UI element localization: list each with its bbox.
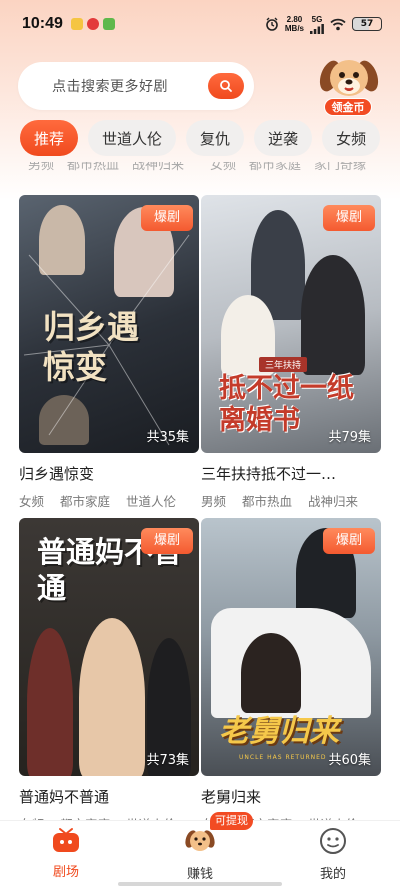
poster-title: 归乡遇惊变 — [43, 308, 140, 386]
network-speed-unit: MB/s — [284, 24, 304, 33]
hot-badge: 爆剧 — [323, 205, 375, 231]
signal-5g: 5G — [310, 15, 324, 34]
drama-poster[interactable]: 归乡遇惊变 爆剧 共35集 — [19, 195, 199, 453]
episode-count: 共73集 — [146, 753, 189, 768]
netease-music-icon — [86, 18, 99, 30]
drama-tag: 女频 — [19, 494, 45, 509]
poster-subtitle: 三年扶持 — [259, 357, 308, 372]
tab-recommend[interactable]: 推荐 — [20, 120, 79, 156]
drama-poster[interactable]: 普通妈不普通 爆剧 共73集 — [19, 518, 199, 776]
drama-tag: 世道人伦 — [126, 494, 177, 509]
search-icon — [220, 80, 232, 92]
nav-earn-label: 赚钱 — [186, 867, 213, 882]
episode-count: 共35集 — [146, 430, 189, 445]
scrolled-tags-row: 男频 都市热血 战神归来 女频 都市家庭 家门奇缘 — [0, 162, 400, 178]
hot-badge: 爆剧 — [141, 528, 193, 554]
network-speed: 2.80 MB/s — [285, 15, 304, 33]
episode-count: 共60集 — [328, 753, 371, 768]
puppy-coin-icon — [185, 830, 215, 851]
tab-female[interactable]: 女频 — [322, 120, 381, 156]
game-app-icon — [102, 18, 115, 30]
drama-card[interactable]: 归乡遇惊变 爆剧 共35集 归乡遇惊变 女频 都市家庭 世道人伦 — [19, 195, 199, 510]
drama-tag: 都市热血 — [242, 494, 293, 509]
profile-face-icon — [320, 828, 346, 854]
home-indicator[interactable] — [118, 882, 282, 886]
drama-tags: 男频 都市热血 战神归来 — [201, 491, 381, 510]
poster-subtitle: UNCLE HAS RETURNED — [239, 754, 327, 761]
earn-coins-label: 领金币 — [324, 98, 372, 116]
drama-poster[interactable]: 三年扶持 抵不过一纸离婚书 爆剧 共79集 — [201, 195, 381, 453]
nav-theater[interactable]: 剧场 — [31, 827, 101, 880]
tab-revenge[interactable]: 复仇 — [186, 120, 245, 156]
drama-card[interactable]: 老舅归来 UNCLE HAS RETURNED 爆剧 共60集 老舅归来 女频 … — [201, 518, 381, 833]
alarm-icon — [266, 17, 278, 31]
notification-icons — [70, 18, 115, 30]
status-bar: 10:49 2.80 MB/s 5G 57 — [0, 0, 400, 48]
drama-tag: 都市家庭 — [60, 494, 111, 509]
poster-title: 老舅归来 — [219, 714, 339, 749]
signal-bars-icon — [310, 23, 324, 34]
battery-indicator: 57 — [352, 17, 382, 31]
drama-title[interactable]: 老舅归来 — [201, 786, 381, 807]
wifi-icon — [330, 18, 346, 30]
drama-tag: 战神归来 — [308, 494, 359, 509]
search-button[interactable] — [208, 73, 244, 99]
episode-count: 共79集 — [328, 430, 371, 445]
earn-coins-button[interactable]: 领金币 — [316, 52, 382, 118]
poster-figure — [301, 255, 365, 375]
poster-figure — [241, 633, 301, 713]
drama-title[interactable]: 归乡遇惊变 — [19, 463, 199, 484]
signal-label: 5G — [311, 14, 323, 24]
drama-tags: 女频 都市家庭 世道人伦 — [19, 491, 199, 510]
scrolled-tags-right: 女频 都市家庭 家门奇缘 — [210, 162, 367, 173]
nav-profile[interactable]: 我的 — [298, 827, 368, 882]
nav-theater-label: 剧场 — [52, 865, 79, 880]
notification-app-icon — [70, 18, 83, 30]
tab-comeback[interactable]: 逆袭 — [254, 120, 313, 156]
poster-figure — [79, 618, 145, 776]
drama-card[interactable]: 三年扶持 抵不过一纸离婚书 爆剧 共79集 三年扶持抵不过一… 男频 都市热血 … — [201, 195, 381, 510]
drama-tag: 男频 — [201, 494, 227, 509]
drama-poster[interactable]: 老舅归来 UNCLE HAS RETURNED 爆剧 共60集 — [201, 518, 381, 776]
poster-figure — [27, 628, 73, 776]
hot-badge: 爆剧 — [323, 528, 375, 554]
hot-badge: 爆剧 — [141, 205, 193, 231]
withdraw-badge: 可提现 — [210, 812, 253, 830]
network-speed-value: 2.80 — [286, 15, 303, 24]
search-placeholder: 点击搜索更多好剧 — [52, 79, 168, 95]
tab-family-ethics[interactable]: 世道人伦 — [88, 120, 177, 156]
bottom-navigation: 剧场 赚钱 我的 — [0, 820, 400, 889]
drama-card[interactable]: 普通妈不普通 爆剧 共73集 普通妈不普通 女频 都市家庭 世道人伦 — [19, 518, 199, 833]
drama-title[interactable]: 普通妈不普通 — [19, 786, 199, 807]
status-indicators: 2.80 MB/s 5G 57 — [265, 15, 382, 34]
nav-profile-label: 我的 — [319, 867, 346, 882]
drama-title[interactable]: 三年扶持抵不过一… — [201, 463, 381, 484]
search-bar[interactable]: 点击搜索更多好剧 — [18, 62, 254, 110]
status-time: 10:49 — [22, 15, 63, 32]
tv-icon — [53, 828, 79, 852]
scrolled-tags-left: 男频 都市热血 战神归来 — [28, 162, 185, 173]
nav-earn[interactable]: 赚钱 — [165, 827, 235, 882]
category-tabs: 推荐 世道人伦 复仇 逆袭 女频 — [20, 120, 381, 160]
